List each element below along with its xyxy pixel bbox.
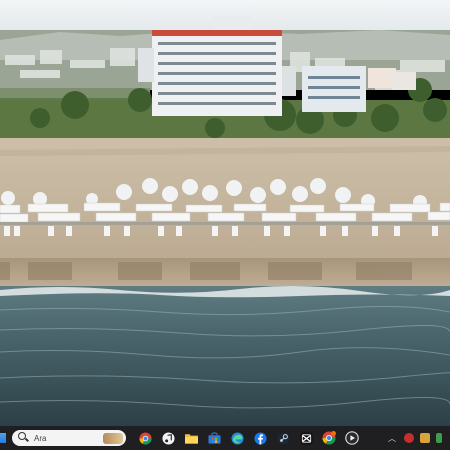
beach-hotel-photo — [0, 0, 450, 426]
media-player-icon[interactable] — [345, 431, 359, 445]
sand — [0, 138, 450, 260]
hotel-building — [138, 16, 296, 116]
system-tray: ︿ — [388, 426, 448, 450]
steam-icon[interactable] — [276, 431, 290, 445]
pinned-apps — [138, 431, 368, 445]
tray-app-icon-3[interactable] — [436, 433, 442, 443]
beach-scene — [0, 0, 450, 426]
facebook-icon[interactable] — [253, 431, 267, 445]
tray-app-icon[interactable] — [404, 433, 414, 443]
chrome-icon[interactable] — [138, 431, 152, 445]
windows-logo-icon — [0, 433, 6, 443]
music-icon[interactable] — [161, 431, 175, 445]
file-explorer-icon[interactable] — [184, 431, 198, 445]
store-icon[interactable] — [207, 431, 221, 445]
search-placeholder: Ara — [34, 433, 47, 443]
taskbar-search-box[interactable]: Ara — [12, 430, 126, 446]
chrome-notification-icon[interactable] — [322, 431, 336, 445]
show-hidden-icons-chevron-icon[interactable]: ︿ — [388, 433, 396, 444]
edge-icon[interactable] — [230, 431, 244, 445]
taskbar: Ara ︿ — [0, 426, 450, 450]
start-button[interactable] — [0, 426, 10, 450]
search-highlight-icon — [103, 432, 123, 444]
tray-app-icon-2[interactable] — [420, 433, 430, 443]
capcut-icon[interactable] — [299, 431, 313, 445]
search-icon — [18, 432, 30, 444]
sea — [0, 286, 450, 426]
